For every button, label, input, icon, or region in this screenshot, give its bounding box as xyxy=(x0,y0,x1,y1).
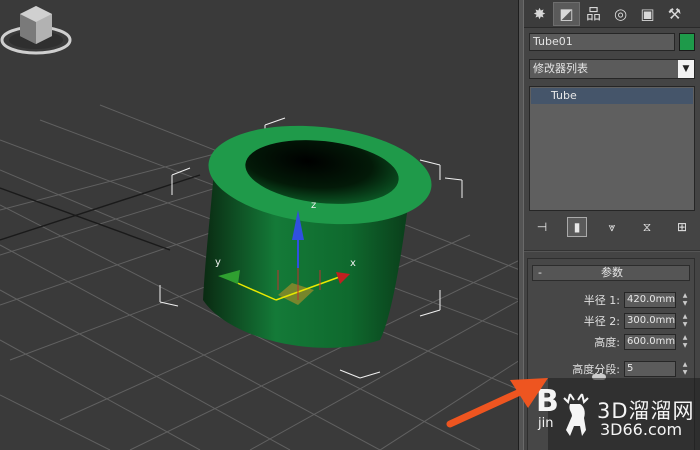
configure-sets-icon[interactable]: ⊞ xyxy=(672,217,692,237)
modifier-list-dropdown[interactable]: 修改器列表 ▼ xyxy=(529,59,695,79)
height-row: 高度: 600.0mm ▲ ▼ xyxy=(532,334,692,351)
create-icon[interactable]: ✸ xyxy=(526,2,553,26)
remove-modifier-icon[interactable]: ⧖ xyxy=(637,217,657,237)
height-input[interactable]: 600.0mm xyxy=(624,334,676,350)
height-spinner[interactable]: ▲ ▼ xyxy=(680,334,690,350)
chevron-down-icon[interactable]: ▼ xyxy=(678,60,694,78)
gizmo-z-label: z xyxy=(311,200,317,211)
utilities-icon[interactable]: ⚒ xyxy=(661,2,688,26)
rollout-collapse-icon[interactable]: - xyxy=(538,266,542,280)
radius1-label: 半径 1: xyxy=(583,294,620,307)
deer-logo-icon xyxy=(563,393,589,436)
stack-item-tube[interactable]: Tube xyxy=(531,88,693,104)
show-end-result-icon[interactable]: ▮ xyxy=(567,217,587,237)
radius1-row: 半径 1: 420.0mm ▲ ▼ xyxy=(532,292,692,309)
motion-icon[interactable]: ◎ xyxy=(607,2,634,26)
annotation-arrow-icon xyxy=(446,378,548,428)
modify-icon[interactable]: ◩ xyxy=(553,1,580,26)
radius2-label: 半径 2: xyxy=(583,315,620,328)
object-color-swatch[interactable] xyxy=(679,33,695,51)
pin-stack-icon[interactable]: ⊣ xyxy=(532,217,552,237)
viewcube-icon[interactable] xyxy=(0,0,72,56)
radius2-spinner[interactable]: ▲ ▼ xyxy=(680,313,690,329)
radius1-input[interactable]: 420.0mm xyxy=(624,292,676,308)
watermark-site-url: 3D66.com xyxy=(600,420,683,439)
panel-separator xyxy=(524,250,700,252)
radius1-spinner[interactable]: ▲ ▼ xyxy=(680,292,690,308)
radius2-row: 半径 2: 300.0mm ▲ ▼ xyxy=(532,313,692,330)
stack-toolbar: ⊣ ▮ ⩔ ⧖ ⊞ xyxy=(532,216,692,238)
hierarchy-icon[interactable]: 品 xyxy=(580,2,607,26)
radius2-input[interactable]: 300.0mm xyxy=(624,313,676,329)
modifier-list-label: 修改器列表 xyxy=(533,62,588,75)
modifier-stack[interactable]: Tube xyxy=(529,86,695,211)
object-name-input[interactable]: Tube01 xyxy=(529,33,675,51)
height-segments-spinner[interactable]: ▲ ▼ xyxy=(680,361,690,377)
make-unique-icon[interactable]: ⩔ xyxy=(602,217,622,237)
parameters-rollout-header[interactable]: 参数 - xyxy=(532,265,690,281)
display-icon[interactable]: ▣ xyxy=(634,2,661,26)
gizmo-x-label: x xyxy=(350,258,356,269)
height-segments-input[interactable]: 5 xyxy=(624,361,676,377)
gizmo-y-label: y xyxy=(215,257,221,268)
command-panel-tabs: ✸ ◩ 品 ◎ ▣ ⚒ xyxy=(524,0,700,28)
height-label: 高度: xyxy=(594,336,620,349)
rollout-title: 参数 xyxy=(601,266,623,279)
